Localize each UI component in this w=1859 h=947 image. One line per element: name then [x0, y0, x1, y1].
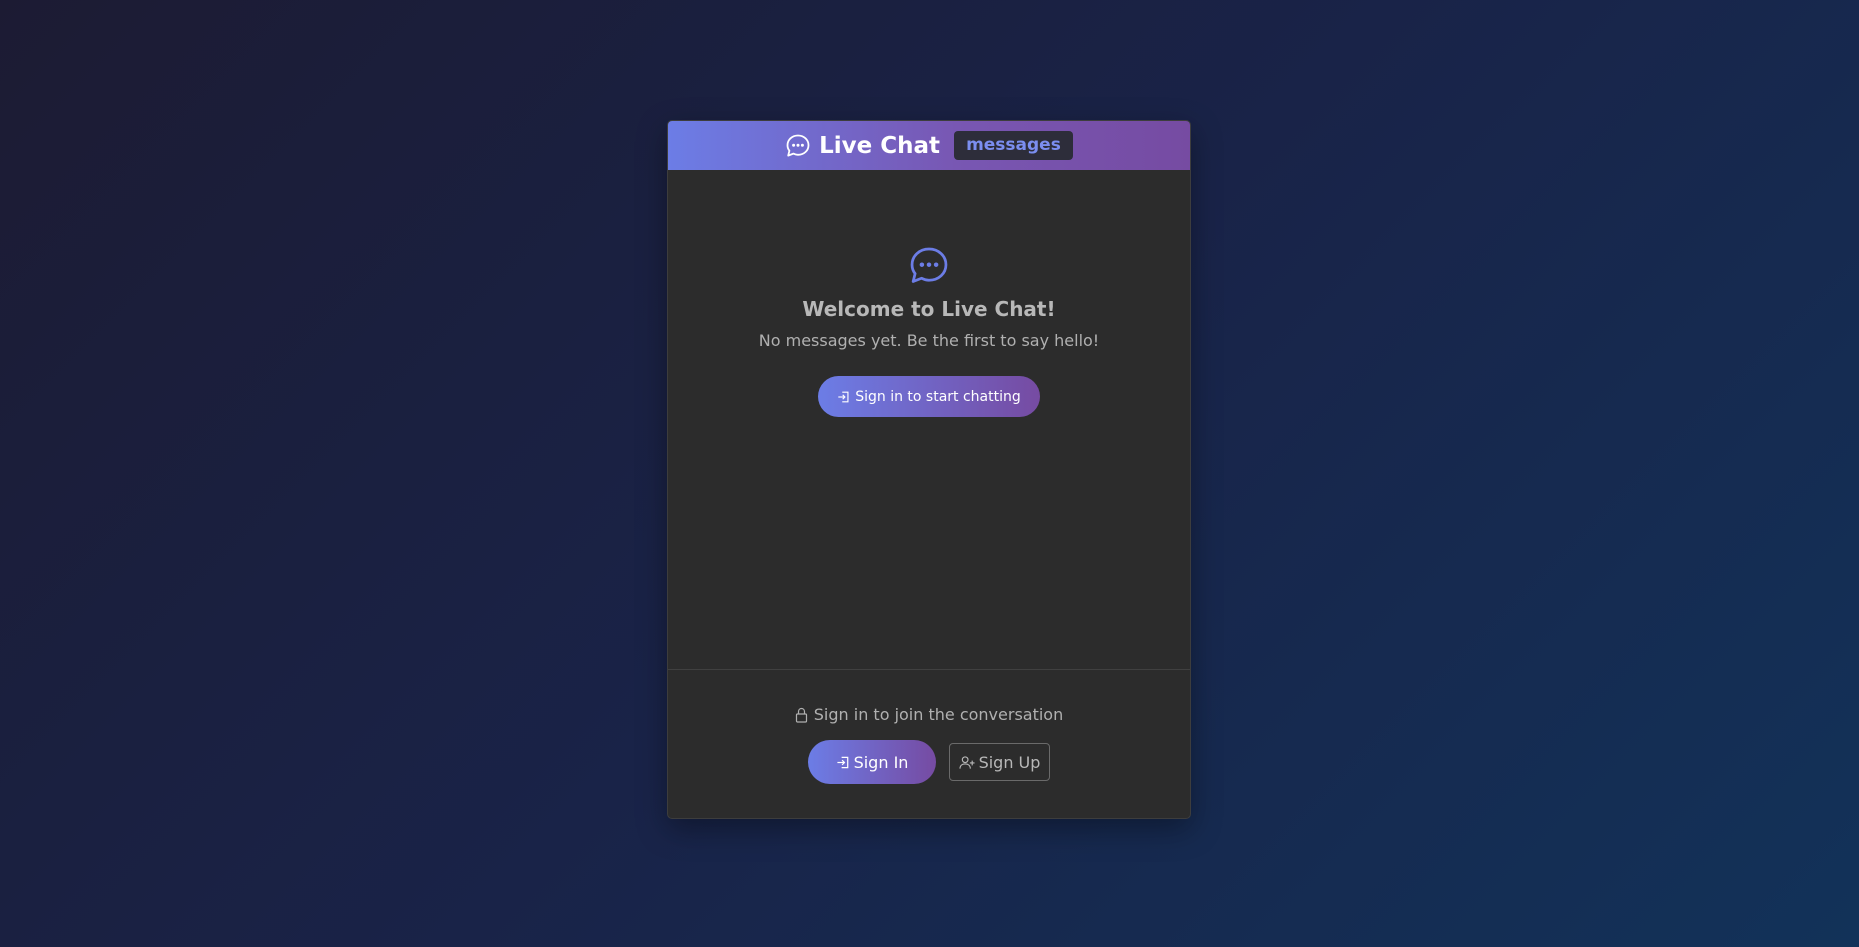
sign-up-label: Sign Up: [978, 752, 1041, 772]
lock-icon: [795, 707, 808, 723]
message-count-badge: messages: [954, 131, 1073, 160]
chat-dots-icon: [907, 245, 951, 287]
welcome-title: Welcome to Live Chat!: [802, 297, 1056, 321]
chat-footer: Sign in to join the conversation Sign In: [668, 670, 1190, 784]
footer-note-text: Sign in to join the conversation: [813, 705, 1064, 724]
footer-note: Sign in to join the conversation: [795, 705, 1063, 724]
messages-area[interactable]: Welcome to Live Chat! No messages yet. B…: [668, 170, 1190, 670]
sign-in-icon: [836, 755, 851, 770]
person-plus-icon: [959, 755, 976, 770]
sign-up-button[interactable]: Sign Up: [949, 743, 1050, 781]
header-title-wrap: Live Chat: [785, 133, 940, 159]
welcome-subtitle: No messages yet. Be the first to say hel…: [758, 331, 1100, 350]
sign-in-to-chat-button[interactable]: Sign in to start chatting: [818, 376, 1040, 417]
chat-dots-icon: [785, 133, 811, 159]
sign-in-button[interactable]: Sign In: [808, 740, 936, 784]
chat-header: Live Chat messages: [668, 121, 1190, 170]
cta-label: Sign in to start chatting: [855, 388, 1021, 405]
chat-card: Live Chat messages Welcome to Live Chat!…: [667, 120, 1191, 819]
header-title: Live Chat: [819, 132, 941, 159]
sign-in-icon: [837, 390, 851, 404]
auth-buttons: Sign In Sign Up: [808, 740, 1050, 784]
sign-in-label: Sign In: [853, 752, 909, 772]
